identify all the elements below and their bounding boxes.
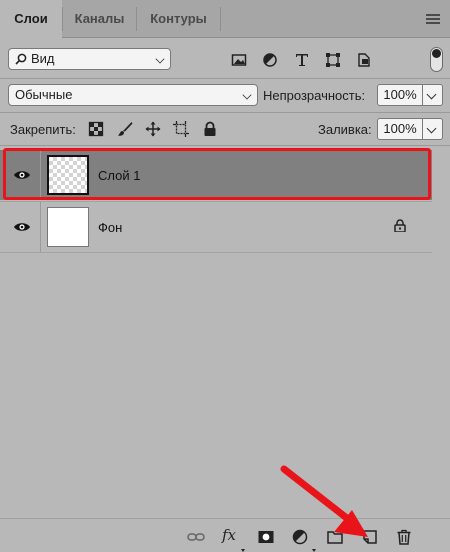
- layers-bottom-toolbar: fx: [0, 518, 450, 552]
- row-separator: [0, 252, 432, 253]
- link-layers-icon[interactable]: [187, 529, 205, 545]
- lock-artboard-icon[interactable]: [173, 121, 189, 137]
- tab-separator: [220, 7, 221, 31]
- blend-mode-select[interactable]: Обычные: [8, 84, 258, 106]
- smart-object-filter-icon[interactable]: [356, 52, 372, 68]
- layer-row-layer-1[interactable]: Слой 1: [0, 150, 432, 200]
- lock-transparent-pixels-icon[interactable]: [88, 121, 104, 137]
- layers-list: Слой 1 Фон: [0, 146, 450, 518]
- new-group-icon[interactable]: [327, 529, 343, 545]
- chevron-down-icon: [242, 90, 252, 100]
- opacity-input[interactable]: 100%: [377, 84, 423, 106]
- tab-channels[interactable]: Каналы: [63, 0, 136, 38]
- lock-all-icon[interactable]: [202, 121, 218, 137]
- search-icon: [15, 53, 27, 65]
- lock-icon: [394, 219, 406, 232]
- layer-thumbnail[interactable]: [47, 207, 89, 247]
- fill-dropdown-button[interactable]: [423, 118, 443, 140]
- panel-tab-bar: Слои Каналы Контуры: [0, 0, 450, 39]
- new-layer-icon[interactable]: [362, 529, 378, 545]
- divider: [0, 112, 450, 113]
- type-filter-icon[interactable]: [294, 52, 310, 68]
- eye-icon[interactable]: [13, 221, 31, 233]
- fill-label: Заливка:: [318, 122, 372, 137]
- layer-thumbnail[interactable]: [47, 155, 89, 195]
- filter-toggle-switch[interactable]: [430, 47, 443, 72]
- eye-icon[interactable]: [13, 169, 31, 181]
- opacity-label: Непрозрачность:: [263, 88, 366, 103]
- layer-filter-label: Вид: [31, 51, 55, 66]
- lock-label: Закрепить:: [10, 122, 76, 137]
- adjustment-layer-icon[interactable]: [292, 529, 308, 545]
- add-mask-icon[interactable]: [258, 529, 274, 545]
- scrollbar[interactable]: [432, 146, 450, 518]
- layer-name[interactable]: Слой 1: [98, 168, 140, 183]
- shape-filter-icon[interactable]: [325, 52, 341, 68]
- layer-name[interactable]: Фон: [98, 220, 122, 235]
- column-separator: [40, 150, 41, 200]
- delete-layer-icon[interactable]: [396, 529, 412, 545]
- lock-position-icon[interactable]: [145, 121, 161, 137]
- adjustment-filter-icon[interactable]: [262, 52, 278, 68]
- fill-input[interactable]: 100%: [377, 118, 423, 140]
- lock-image-pixels-icon[interactable]: [117, 121, 133, 137]
- tab-layers[interactable]: Слои: [0, 0, 62, 39]
- column-separator: [40, 202, 41, 252]
- opacity-dropdown-button[interactable]: [423, 84, 443, 106]
- layer-row-background[interactable]: Фон: [0, 202, 432, 252]
- chevron-down-icon: [426, 123, 437, 134]
- layer-filter-select[interactable]: Вид: [8, 48, 171, 70]
- divider: [0, 78, 450, 79]
- blend-mode-label: Обычные: [15, 87, 73, 102]
- tab-paths[interactable]: Контуры: [137, 0, 220, 38]
- chevron-down-icon: [426, 89, 437, 100]
- image-filter-icon[interactable]: [231, 52, 247, 68]
- fx-icon[interactable]: fx: [222, 526, 236, 544]
- panel-menu-icon[interactable]: [426, 14, 440, 24]
- chevron-down-icon: [155, 54, 165, 64]
